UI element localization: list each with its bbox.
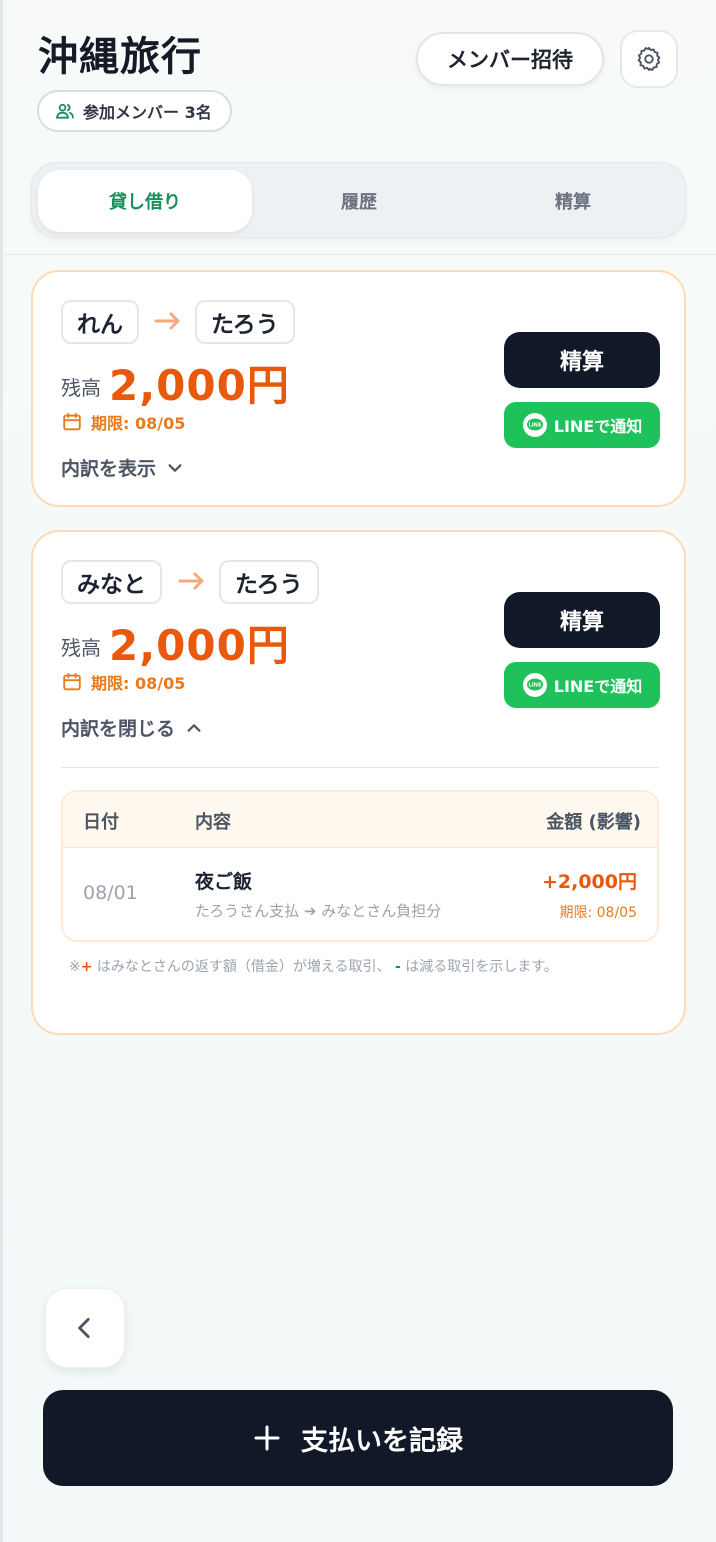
line-notify-button[interactable]: LINE LINEで通知: [504, 662, 660, 708]
frame-edge: [0, 0, 3, 1542]
deadline-text: 期限: 08/05: [91, 414, 186, 433]
deadline: 期限: 08/05: [61, 670, 185, 694]
back-button[interactable]: [45, 1288, 125, 1368]
settings-button[interactable]: [620, 30, 678, 88]
calendar-icon: [63, 672, 81, 691]
balance-label: 残高: [61, 376, 101, 400]
header-divider: [0, 254, 716, 255]
row-subtitle: たろうさん支払 ➔ みなとさん負担分: [195, 902, 442, 920]
row-date: 08/01: [83, 882, 138, 904]
chevron-up-icon: [187, 723, 201, 732]
breakdown-toggle-label: 内訳を表示: [61, 458, 157, 480]
note-suffix: は減る取引を示します。: [400, 959, 558, 975]
arrow-right-icon: [154, 312, 180, 330]
from-person: みなと: [61, 560, 162, 604]
settle-button[interactable]: 精算: [504, 592, 660, 648]
breakdown-toggle[interactable]: 内訳を閉じる: [61, 714, 203, 741]
line-notify-button[interactable]: LINE LINEで通知: [504, 402, 660, 448]
column-header-amount: 金額 (影響): [546, 812, 641, 833]
line-notify-label: LINEで通知: [553, 677, 643, 696]
line-icon: LINE: [522, 673, 547, 697]
from-person: れん: [61, 300, 139, 344]
to-person: たろう: [195, 300, 295, 344]
page-title: 沖縄旅行: [38, 34, 202, 80]
deadline: 期限: 08/05: [61, 410, 185, 434]
tab-settlement[interactable]: 精算: [466, 170, 680, 232]
line-notify-label: LINEで通知: [553, 417, 643, 436]
note-plus-sign: +: [80, 959, 93, 975]
invite-member-button[interactable]: メンバー招待: [416, 32, 604, 86]
row-title: 夜ご飯: [195, 871, 253, 893]
plus-icon: [254, 1425, 280, 1451]
chevron-down-icon: [168, 463, 182, 472]
deadline-text: 期限: 08/05: [91, 674, 186, 693]
table-header: 日付 内容 金額 (影響): [63, 792, 657, 848]
balance-card: れん たろう 残高 2,000円 期限: 08/05 内訳を表示 精算 LINE…: [31, 270, 686, 507]
members-badge[interactable]: 参加メンバー 3名: [37, 90, 232, 132]
line-icon: LINE: [522, 413, 547, 437]
note-mid: はみなとさんの返す額（借金）が増える取引、: [92, 959, 395, 975]
svg-text:LINE: LINE: [528, 423, 542, 429]
tab-lending[interactable]: 貸し借り: [38, 170, 252, 232]
card-divider: [61, 767, 659, 768]
record-payment-label: 支払いを記録: [301, 1425, 463, 1457]
breakdown-toggle[interactable]: 内訳を表示: [61, 454, 184, 481]
column-header-date: 日付: [83, 812, 119, 833]
chevron-left-icon: [78, 1317, 90, 1339]
legend-note: ※+ はみなとさんの返す額（借金）が増える取引、 - は減る取引を示します。: [69, 956, 649, 978]
record-payment-button[interactable]: 支払いを記録: [43, 1390, 673, 1486]
note-prefix: ※: [69, 959, 81, 975]
svg-text:LINE: LINE: [528, 683, 542, 689]
arrow-right-icon: [178, 572, 204, 590]
calendar-icon: [63, 412, 81, 431]
gear-icon: [637, 46, 661, 72]
tab-bar: 貸し借り 履歴 精算: [31, 162, 686, 238]
breakdown-table: 日付 内容 金額 (影響) 08/01 夜ご飯 たろうさん支払 ➔ みなとさん負…: [61, 790, 659, 942]
balance-amount: 2,000円: [109, 361, 290, 410]
balance-amount: 2,000円: [109, 621, 290, 670]
users-icon: [56, 103, 74, 119]
row-deadline: 期限: 08/05: [559, 905, 637, 921]
balance-label: 残高: [61, 636, 101, 660]
tab-history[interactable]: 履歴: [252, 170, 466, 232]
members-label: 参加メンバー 3名: [83, 103, 212, 122]
column-header-content: 内容: [195, 812, 231, 833]
breakdown-toggle-label: 内訳を閉じる: [61, 718, 176, 740]
to-person: たろう: [219, 560, 319, 604]
settle-button[interactable]: 精算: [504, 332, 660, 388]
row-amount: +2,000円: [541, 871, 637, 893]
balance-card: みなと たろう 残高 2,000円 期限: 08/05 内訳を閉じる 精算 LI…: [31, 530, 686, 1035]
